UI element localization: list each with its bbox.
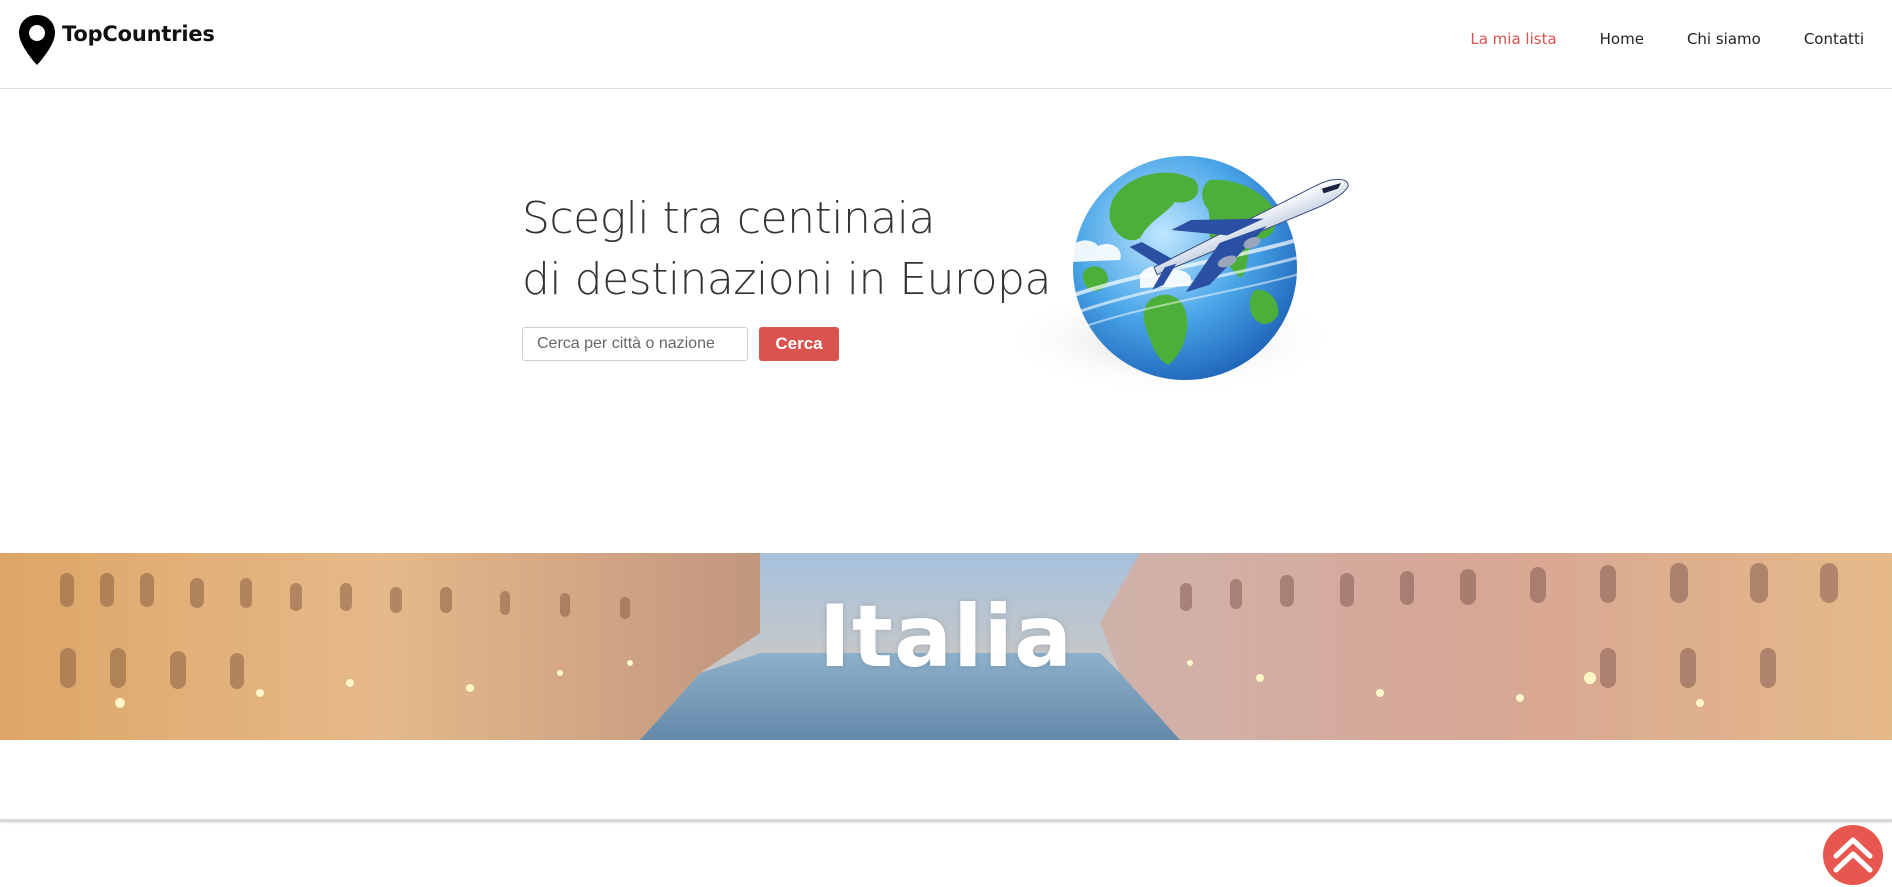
main-nav: La mia lista Home Chi siamo Contatti [1427,30,1864,48]
hero-heading-line-2: di destinazioni in Europa [522,254,1051,305]
nav-contacts[interactable]: Contatti [1804,30,1864,48]
section-divider [0,819,1892,822]
hero-heading-line-1: Scegli tra centinaia [522,193,935,244]
scroll-to-top-button[interactable] [1823,825,1883,885]
search-form: Cerca [522,327,839,361]
globe-airplane-icon [1000,156,1349,395]
double-chevron-up-icon [1833,837,1873,873]
site-header: TopCountries La mia lista Home Chi siamo… [0,0,1892,89]
banner-title: Italia [818,587,1074,687]
map-pin-icon [19,15,55,65]
hero-heading: Scegli tra centinaia di destinazioni in … [522,188,1051,310]
search-input[interactable] [522,327,748,361]
nav-about[interactable]: Chi siamo [1687,30,1761,48]
brand-logo[interactable]: TopCountries [16,13,215,67]
nav-my-list[interactable]: La mia lista [1470,30,1556,48]
search-button[interactable]: Cerca [759,327,839,361]
country-banner-italia[interactable]: Italia [0,553,1892,740]
brand-name: TopCountries [62,22,215,46]
nav-home[interactable]: Home [1600,30,1644,48]
